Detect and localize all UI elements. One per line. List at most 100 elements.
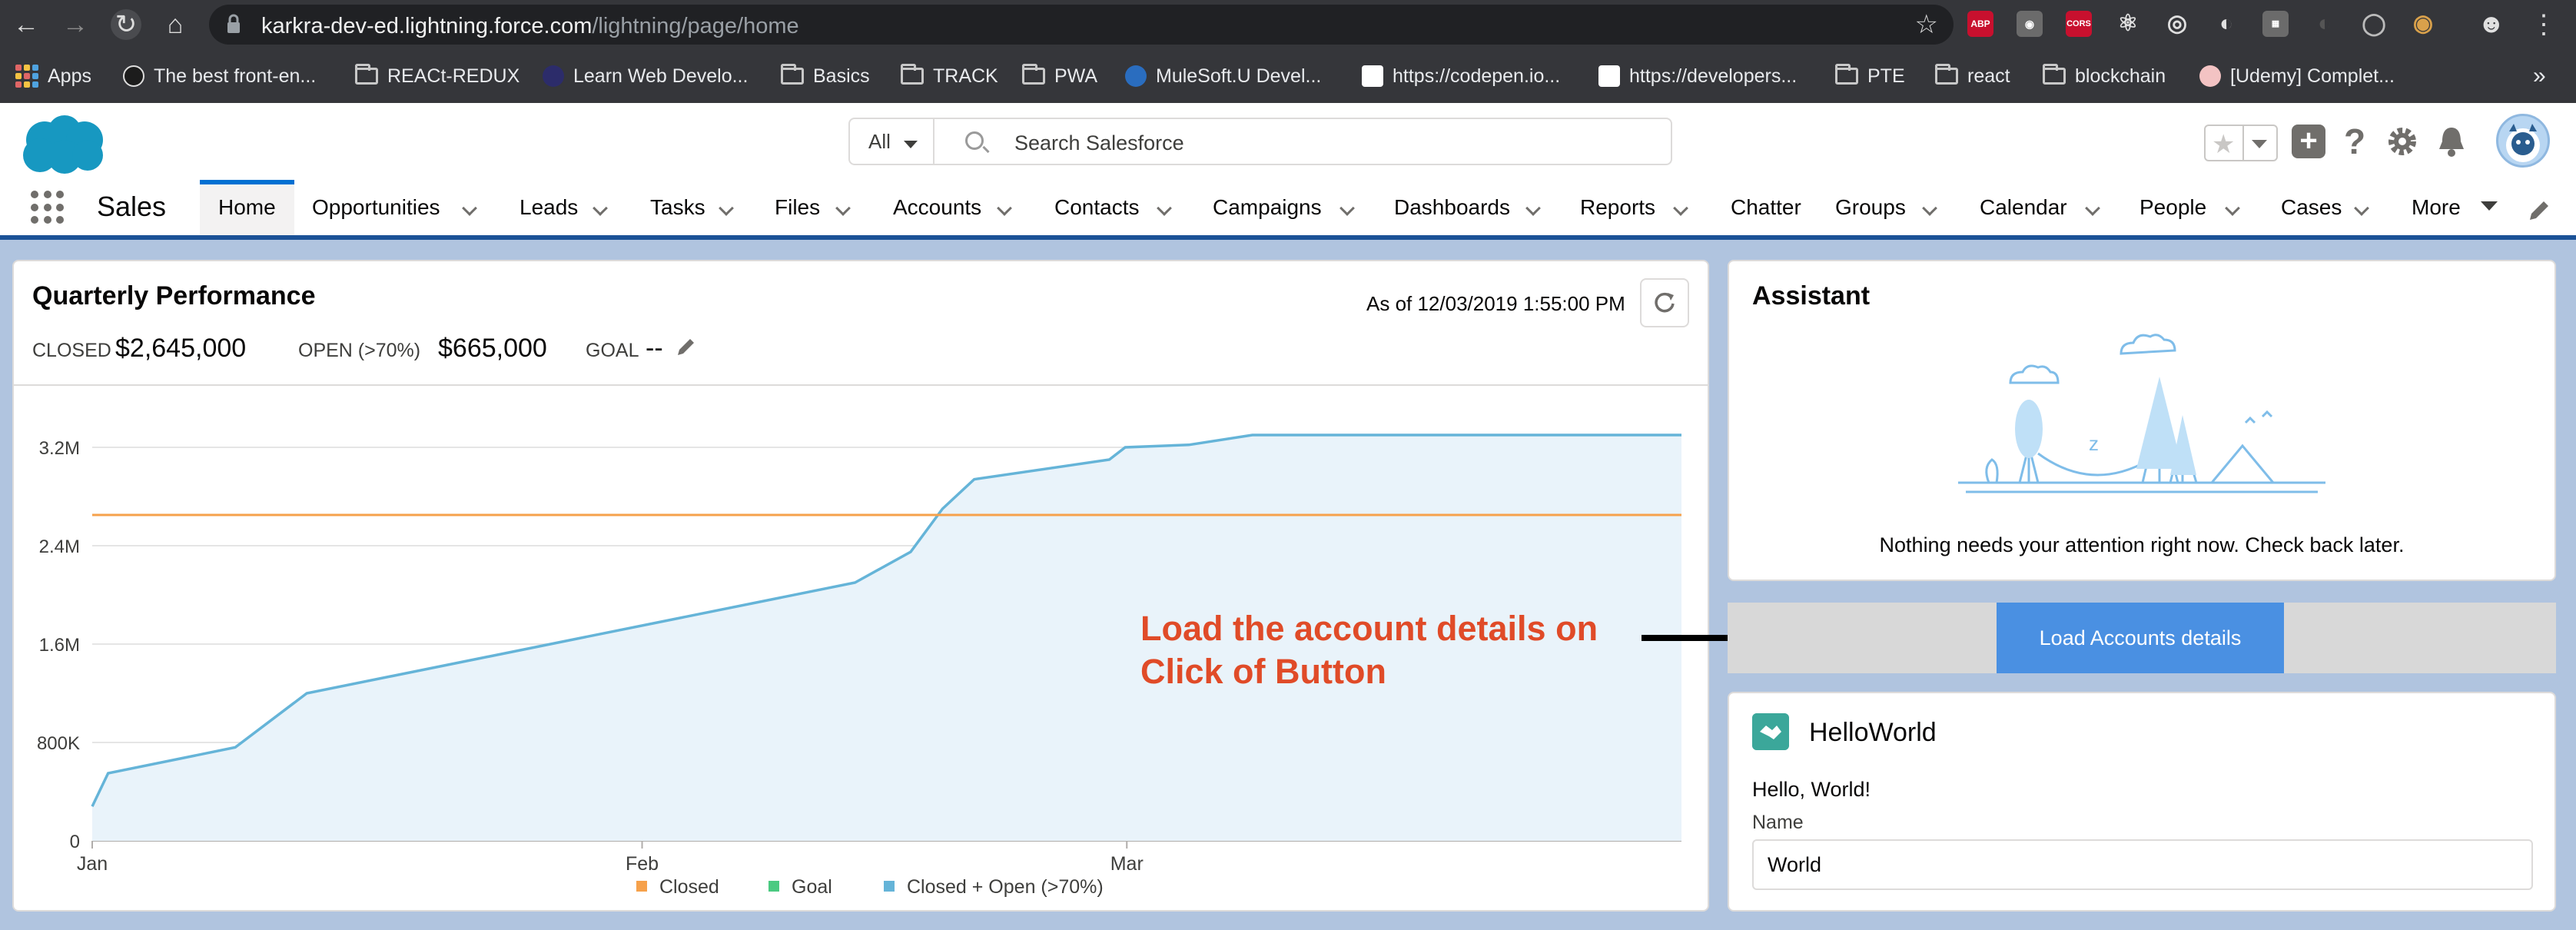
bookmark-item[interactable]: The best front-en... <box>123 63 316 89</box>
chevron-down-icon[interactable] <box>2481 201 2498 211</box>
open-value: $665,000 <box>438 334 547 363</box>
bookmark-item[interactable]: [Udemy] Complet... <box>2199 63 2395 89</box>
x-tick-label: Jan <box>77 853 108 875</box>
refresh-button[interactable] <box>1640 278 1689 327</box>
disabled-extension-icon[interactable]: ◐ <box>2312 11 2338 37</box>
address-bar[interactable]: karkra-dev-ed.lightning.force.com/lightn… <box>209 5 1954 45</box>
bookmark-item[interactable]: https://codepen.io... <box>1362 63 1560 89</box>
chevron-down-icon[interactable] <box>462 201 477 216</box>
bookmark-item[interactable]: MuleSoft.U Devel... <box>1125 63 1321 89</box>
profile-icon[interactable]: ☻ <box>2478 11 2505 37</box>
nav-tab-calendar[interactable]: Calendar <box>1980 180 2067 235</box>
nav-tab-opportunities[interactable]: Opportunities <box>312 180 440 235</box>
app-navigation: Sales Home Opportunities Leads Tasks Fil… <box>0 180 2576 240</box>
site-favicon-icon <box>543 65 564 87</box>
annotation-text: Load the account details on Click of But… <box>1140 607 1598 693</box>
circle-extension-icon[interactable]: ◐ <box>2213 11 2239 37</box>
help-icon[interactable]: ? <box>2338 124 2372 159</box>
search-scope-dropdown[interactable]: All <box>848 118 934 165</box>
bookmark-item[interactable]: Learn Web Develo... <box>543 63 748 89</box>
chevron-down-icon[interactable] <box>1157 201 1172 216</box>
bookmark-label: Apps <box>48 65 91 87</box>
nav-tab-accounts[interactable]: Accounts <box>893 180 981 235</box>
chevron-down-icon[interactable] <box>997 201 1012 216</box>
nav-tab-groups[interactable]: Groups <box>1835 180 1906 235</box>
home-icon[interactable]: ⌂ <box>160 9 191 40</box>
goal-label: GOAL <box>586 340 639 361</box>
chart-legend: Closed Goal Closed + Open (>70%) <box>636 876 1104 898</box>
target-extension-icon[interactable]: ◎ <box>2164 11 2190 37</box>
chevron-down-icon[interactable] <box>593 201 608 216</box>
name-input[interactable] <box>1752 839 2533 890</box>
nav-tab-dashboards[interactable]: Dashboards <box>1394 180 1510 235</box>
favorites-button[interactable]: ★ <box>2204 125 2278 161</box>
apps-grid-icon <box>15 65 38 88</box>
cookie-extension-icon[interactable]: ◉ <box>2410 11 2436 37</box>
bookmark-item[interactable]: https://developers... <box>1598 63 1797 89</box>
adblock-extension-icon[interactable]: ABP <box>1967 11 1993 37</box>
chevron-down-icon[interactable] <box>2085 201 2100 216</box>
bell-icon[interactable] <box>2435 125 2468 158</box>
nav-tab-campaigns[interactable]: Campaigns <box>1213 180 1322 235</box>
bookmark-label: Learn Web Develo... <box>573 65 749 87</box>
nav-tab-more[interactable]: More <box>2412 180 2461 235</box>
load-accounts-button[interactable]: Load Accounts details <box>1997 603 2284 673</box>
user-avatar[interactable] <box>2496 114 2550 168</box>
bookmark-label: MuleSoft.U Devel... <box>1156 65 1322 87</box>
bookmark-folder[interactable]: TRACK <box>901 63 998 89</box>
chevron-down-icon[interactable] <box>2354 201 2369 216</box>
camera-extension-icon[interactable]: ◉ <box>2017 11 2043 37</box>
gear-icon[interactable] <box>2385 125 2419 158</box>
bookmark-folder[interactable]: react <box>1935 63 2010 89</box>
forward-arrow-icon[interactable]: → <box>60 9 91 40</box>
bookmark-folder[interactable]: REACt-REDUX <box>355 63 520 89</box>
chevron-down-icon[interactable] <box>1673 201 1688 216</box>
x-tick-label: Feb <box>626 853 659 875</box>
bookmark-label: https://developers... <box>1629 65 1798 87</box>
bookmark-apps[interactable]: Apps <box>15 63 91 89</box>
nav-tab-people[interactable]: People <box>2139 180 2206 235</box>
bookmark-label: PWA <box>1054 65 1098 87</box>
reload-icon[interactable]: ↻ <box>111 9 141 40</box>
nav-tab-chatter[interactable]: Chatter <box>1731 180 1801 235</box>
chevron-down-icon[interactable] <box>1525 201 1541 216</box>
app-launcher-icon[interactable] <box>31 191 65 224</box>
bookmark-star-icon[interactable]: ☆ <box>1915 9 1938 40</box>
bookmarks-overflow-icon[interactable]: » <box>2533 63 2546 89</box>
bookmark-folder[interactable]: PTE <box>1835 63 1905 89</box>
back-arrow-icon[interactable]: ← <box>11 9 41 40</box>
salesforce-logo[interactable] <box>17 112 108 175</box>
json-extension-icon[interactable]: ▦ <box>2262 11 2289 37</box>
nav-tab-cases[interactable]: Cases <box>2281 180 2342 235</box>
chevron-down-icon[interactable] <box>835 201 851 216</box>
chevron-down-icon[interactable] <box>1339 201 1355 216</box>
react-devtools-icon[interactable]: ⚛ <box>2115 11 2141 37</box>
global-actions-plus-icon[interactable]: + <box>2292 125 2325 158</box>
app-name: Sales <box>97 191 167 222</box>
chevron-down-icon[interactable] <box>719 201 734 216</box>
nav-tab-home[interactable]: Home <box>200 180 294 235</box>
y-tick-label: 3.2M <box>39 438 80 459</box>
nav-tab-contacts[interactable]: Contacts <box>1054 180 1140 235</box>
global-search[interactable]: Search Salesforce <box>933 118 1672 165</box>
global-header: All Search Salesforce ★ + ? <box>0 103 2576 180</box>
bookmark-folder[interactable]: blockchain <box>2043 63 2166 89</box>
nav-tab-reports[interactable]: Reports <box>1580 180 1655 235</box>
bookmark-folder[interactable]: PWA <box>1022 63 1097 89</box>
nav-tab-tasks[interactable]: Tasks <box>650 180 705 235</box>
search-placeholder[interactable]: Search Salesforce <box>1014 131 1184 155</box>
mouse-extension-icon[interactable]: ◯ <box>2361 11 2387 37</box>
nav-tab-leads[interactable]: Leads <box>520 180 578 235</box>
cors-extension-icon[interactable]: CORS <box>2066 11 2092 37</box>
y-tick-label: 800K <box>37 733 80 754</box>
kebab-menu-icon[interactable]: ⋮ <box>2528 9 2559 40</box>
nav-tab-files[interactable]: Files <box>775 180 820 235</box>
chevron-down-icon[interactable] <box>2225 201 2240 216</box>
edit-goal-pencil-icon[interactable] <box>675 335 698 358</box>
star-icon: ★ <box>2212 130 2236 159</box>
edit-nav-pencil-icon[interactable] <box>2525 197 2553 224</box>
chevron-down-icon[interactable] <box>1922 201 1937 216</box>
folder-icon <box>901 64 924 85</box>
bookmark-folder[interactable]: Basics <box>781 63 870 89</box>
as-of-timestamp: As of 12/03/2019 1:55:00 PM <box>1366 292 1625 315</box>
